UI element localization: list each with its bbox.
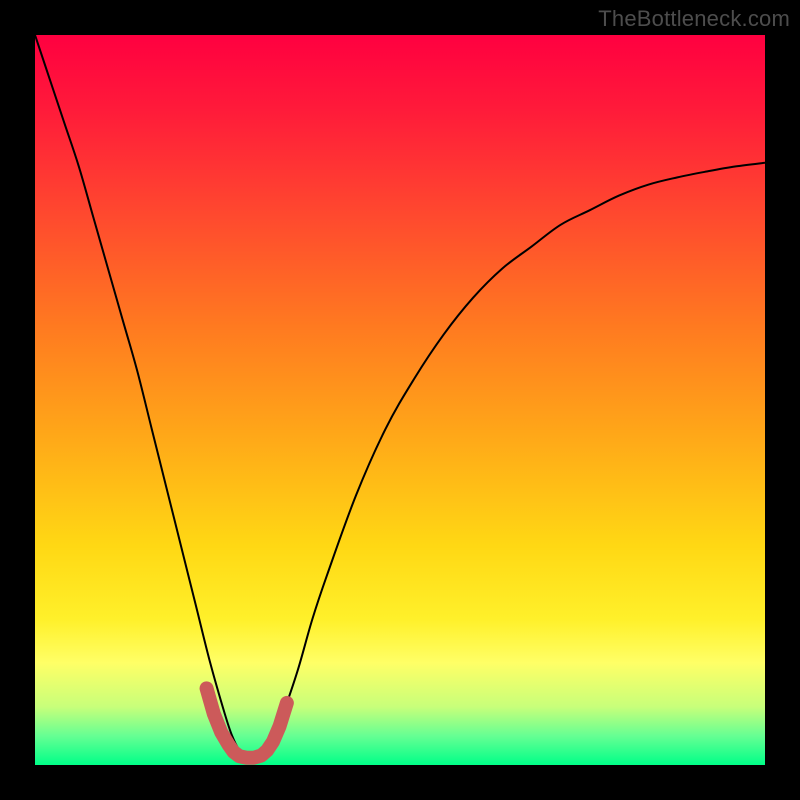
watermark-text: TheBottleneck.com xyxy=(598,6,790,32)
plot-area xyxy=(35,35,765,765)
chart-frame: TheBottleneck.com xyxy=(0,0,800,800)
bottleneck-chart xyxy=(35,35,765,765)
